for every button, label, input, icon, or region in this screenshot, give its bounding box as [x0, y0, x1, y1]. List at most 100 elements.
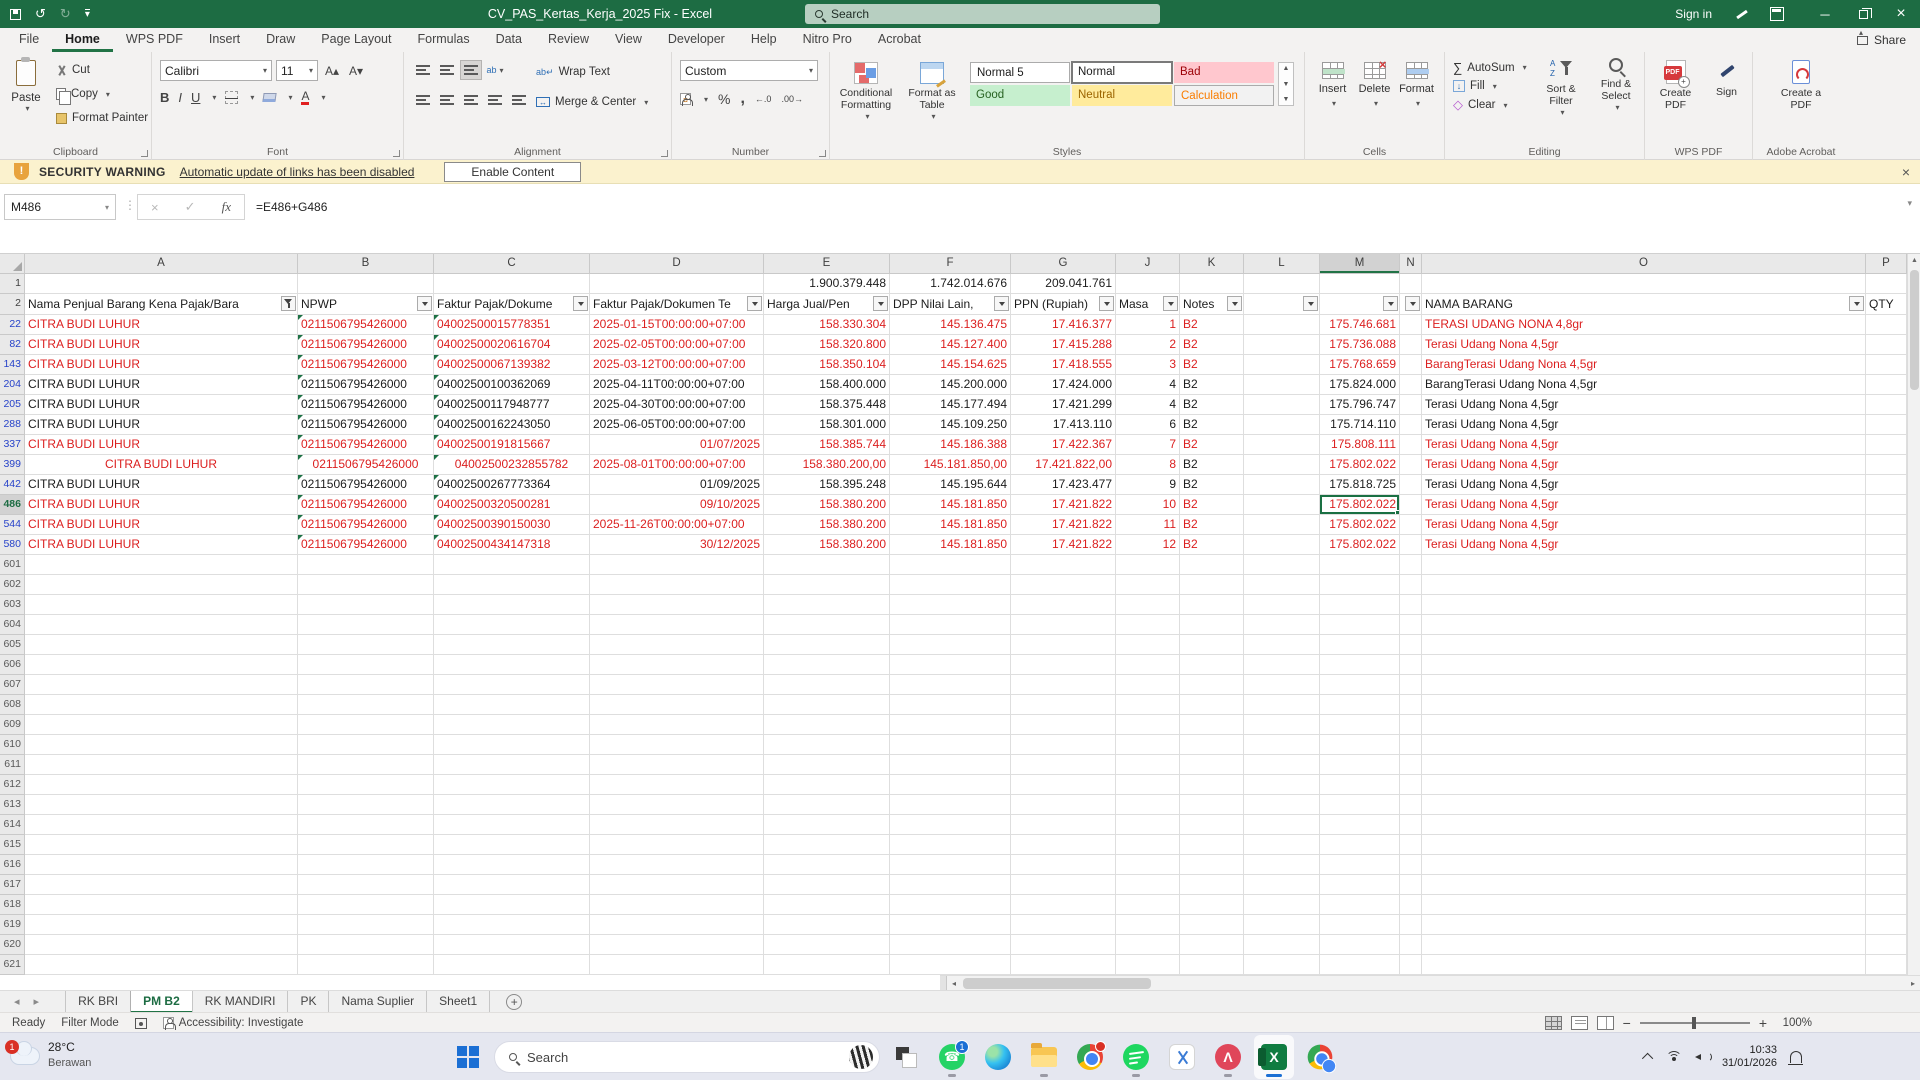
cell[interactable] — [1400, 935, 1422, 955]
column-filter-header[interactable]: Nama Penjual Barang Kena Pajak/Bara — [25, 294, 298, 315]
cell[interactable] — [1011, 755, 1116, 775]
cell[interactable]: 158.380.200 — [764, 515, 890, 535]
cell[interactable] — [1866, 935, 1907, 955]
column-header-P[interactable]: P — [1866, 254, 1907, 274]
cell[interactable] — [1180, 655, 1244, 675]
page-layout-view-icon[interactable] — [1571, 1016, 1588, 1030]
cell[interactable]: B2 — [1180, 535, 1244, 555]
filter-dropdown-icon[interactable] — [994, 296, 1009, 311]
cell[interactable]: CITRA BUDI LUHUR — [25, 435, 298, 455]
cell[interactable]: 17.418.555 — [1011, 355, 1116, 375]
cell[interactable] — [1400, 595, 1422, 615]
cell[interactable]: 7 — [1116, 435, 1180, 455]
cell[interactable] — [1320, 855, 1400, 875]
cell[interactable]: 209.041.761 — [1011, 274, 1116, 294]
select-all-corner[interactable] — [0, 254, 25, 274]
increase-indent-icon[interactable] — [508, 90, 530, 110]
comma-style-icon[interactable]: , — [740, 90, 744, 108]
cell[interactable] — [1011, 715, 1116, 735]
row-header-1[interactable]: 1 — [0, 274, 25, 294]
cell[interactable]: 04002500117948777 — [434, 395, 590, 415]
cell[interactable] — [1116, 915, 1180, 935]
cell[interactable]: 04002500015778351 — [434, 315, 590, 335]
cell[interactable] — [1400, 435, 1422, 455]
cell[interactable]: Terasi Udang Nona 4,5gr — [1422, 495, 1866, 515]
cell[interactable]: 145.181.850 — [890, 515, 1011, 535]
cell[interactable] — [1866, 895, 1907, 915]
cell[interactable] — [1116, 795, 1180, 815]
cell[interactable] — [1866, 755, 1907, 775]
cell[interactable]: 17.421.299 — [1011, 395, 1116, 415]
styles-gallery-scroll[interactable]: ▲ ▼ ▼ — [1278, 62, 1294, 106]
italic-button[interactable]: I — [178, 90, 182, 105]
column-header-L[interactable]: L — [1244, 254, 1320, 274]
cell[interactable] — [1866, 815, 1907, 835]
cell[interactable]: B2 — [1180, 515, 1244, 535]
cell[interactable]: 01/09/2025 — [590, 475, 764, 495]
cell[interactable] — [1011, 835, 1116, 855]
cell-style-normal[interactable]: Normal — [1072, 62, 1172, 83]
cell[interactable] — [298, 575, 434, 595]
cell[interactable]: B2 — [1180, 475, 1244, 495]
cell[interactable]: 2 — [1116, 335, 1180, 355]
cell[interactable] — [1011, 775, 1116, 795]
row-header-442[interactable]: 442 — [0, 475, 25, 495]
cell[interactable] — [1180, 795, 1244, 815]
cell[interactable]: 145.136.475 — [890, 315, 1011, 335]
red-a-app-button[interactable]: Λ — [1208, 1035, 1248, 1079]
cell[interactable] — [890, 755, 1011, 775]
cell[interactable] — [1244, 835, 1320, 855]
snipping-tool-button[interactable] — [1162, 1035, 1202, 1079]
column-header-F[interactable]: F — [890, 254, 1011, 274]
cell[interactable] — [1866, 455, 1907, 475]
paste-button[interactable]: Paste▾ — [6, 60, 46, 138]
share-button[interactable]: Share — [1857, 28, 1906, 52]
cell[interactable]: 17.421.822 — [1011, 535, 1116, 555]
cell[interactable] — [1866, 635, 1907, 655]
cell[interactable]: 4 — [1116, 375, 1180, 395]
cell[interactable] — [298, 715, 434, 735]
bottom-align-icon[interactable] — [460, 60, 482, 80]
file-explorer-button[interactable] — [1024, 1035, 1064, 1079]
fill-color-icon[interactable] — [263, 93, 277, 102]
cell[interactable]: 04002500390150030 — [434, 515, 590, 535]
cell[interactable]: 145.181.850,00 — [890, 455, 1011, 475]
percent-style-icon[interactable]: % — [718, 91, 730, 107]
cell[interactable] — [590, 575, 764, 595]
filter-dropdown-icon[interactable] — [873, 296, 888, 311]
whatsapp-button[interactable]: ☎1 — [932, 1035, 972, 1079]
cell[interactable] — [1400, 274, 1422, 294]
create-pdf-button[interactable]: Create PDF — [1651, 60, 1701, 111]
increase-decimal-icon[interactable]: ←.0 — [755, 94, 772, 104]
column-filter-header[interactable] — [1400, 294, 1422, 315]
top-align-icon[interactable] — [412, 60, 434, 80]
cell[interactable] — [1244, 555, 1320, 575]
cell[interactable]: 04002500320500281 — [434, 495, 590, 515]
cell[interactable] — [890, 735, 1011, 755]
cell[interactable] — [590, 775, 764, 795]
cell[interactable]: CITRA BUDI LUHUR — [25, 535, 298, 555]
cell[interactable] — [25, 655, 298, 675]
tab-home[interactable]: Home — [52, 28, 113, 52]
cell[interactable]: B2 — [1180, 495, 1244, 515]
decrease-decimal-icon[interactable]: .00→ — [781, 94, 803, 104]
cell[interactable] — [1866, 835, 1907, 855]
middle-align-icon[interactable] — [436, 60, 458, 80]
autosum-button[interactable]: ∑AutoSum▾ — [1453, 60, 1527, 75]
cell[interactable] — [1116, 955, 1180, 975]
cell[interactable]: 0211506795426000 — [298, 455, 434, 475]
cell[interactable] — [1400, 515, 1422, 535]
cell[interactable] — [1180, 615, 1244, 635]
cell[interactable] — [1400, 475, 1422, 495]
filter-dropdown-icon[interactable] — [1405, 296, 1420, 311]
cell[interactable] — [1400, 495, 1422, 515]
notification-bell-icon[interactable] — [1790, 1051, 1802, 1063]
cell[interactable] — [764, 935, 890, 955]
tab-nitro-pro[interactable]: Nitro Pro — [790, 28, 865, 52]
cell[interactable]: 0211506795426000 — [298, 335, 434, 355]
row-header-399[interactable]: 399 — [0, 455, 25, 475]
cell[interactable] — [1320, 555, 1400, 575]
cell[interactable]: 04002500162243050 — [434, 415, 590, 435]
cell[interactable] — [590, 655, 764, 675]
cell[interactable]: 17.423.477 — [1011, 475, 1116, 495]
